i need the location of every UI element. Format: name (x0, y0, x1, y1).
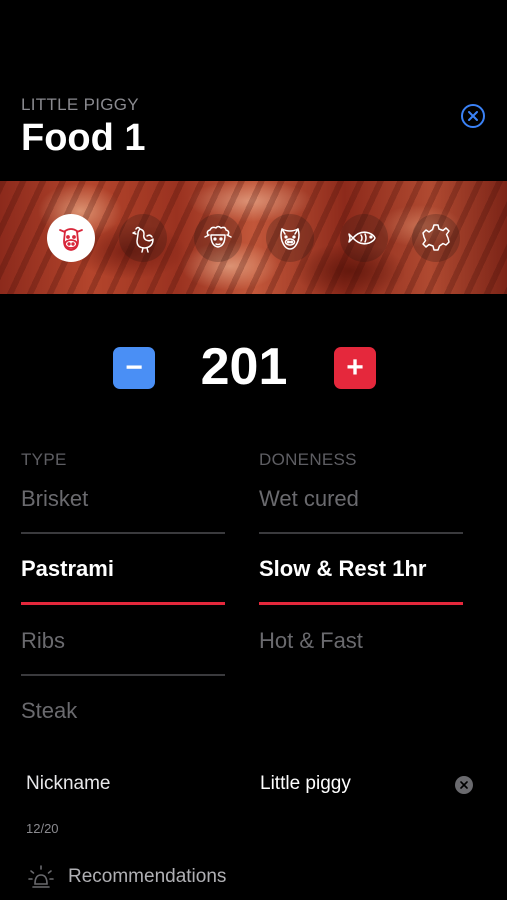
divider (21, 674, 225, 676)
minus-label: − (125, 351, 143, 384)
clear-icon (460, 781, 468, 789)
fish-icon[interactable] (340, 214, 388, 262)
nickname-label: Nickname (26, 773, 111, 794)
type-header: TYPE (21, 450, 67, 469)
lightbulb-icon (28, 865, 54, 888)
doneness-option-wet-cured[interactable]: Wet cured (259, 486, 359, 512)
increase-button[interactable]: + (334, 347, 376, 389)
nickname-char-count: 12/20 (26, 821, 59, 836)
cow-icon[interactable] (47, 214, 95, 262)
selected-underline (259, 602, 463, 605)
divider (259, 532, 463, 534)
clear-nickname-button[interactable] (455, 776, 473, 794)
pig-icon[interactable] (266, 214, 314, 262)
decrease-button[interactable]: − (113, 347, 155, 389)
close-button[interactable] (461, 104, 485, 128)
food-type-selector (0, 181, 507, 294)
recommendations-button[interactable]: Recommendations (68, 866, 226, 888)
custom-gear-icon[interactable] (412, 214, 460, 262)
close-icon (468, 111, 478, 121)
page-title: Food 1 (21, 117, 146, 159)
type-option-steak[interactable]: Steak (21, 698, 77, 724)
nickname-input[interactable]: Little piggy (260, 773, 351, 795)
divider (21, 532, 225, 534)
chicken-icon[interactable] (119, 214, 167, 262)
doneness-header: DONENESS (259, 450, 357, 469)
quantity-value: 201 (200, 338, 288, 396)
type-option-brisket[interactable]: Brisket (21, 486, 88, 512)
sheep-icon[interactable] (194, 214, 242, 262)
type-option-pastrami[interactable]: Pastrami (21, 556, 114, 582)
plus-label: + (346, 351, 364, 384)
selected-underline (21, 602, 225, 605)
food-subtitle: LITTLE PIGGY (21, 95, 139, 114)
doneness-option-hot-fast[interactable]: Hot & Fast (259, 628, 363, 654)
type-option-ribs[interactable]: Ribs (21, 628, 65, 654)
doneness-option-slow-rest[interactable]: Slow & Rest 1hr (259, 556, 426, 582)
